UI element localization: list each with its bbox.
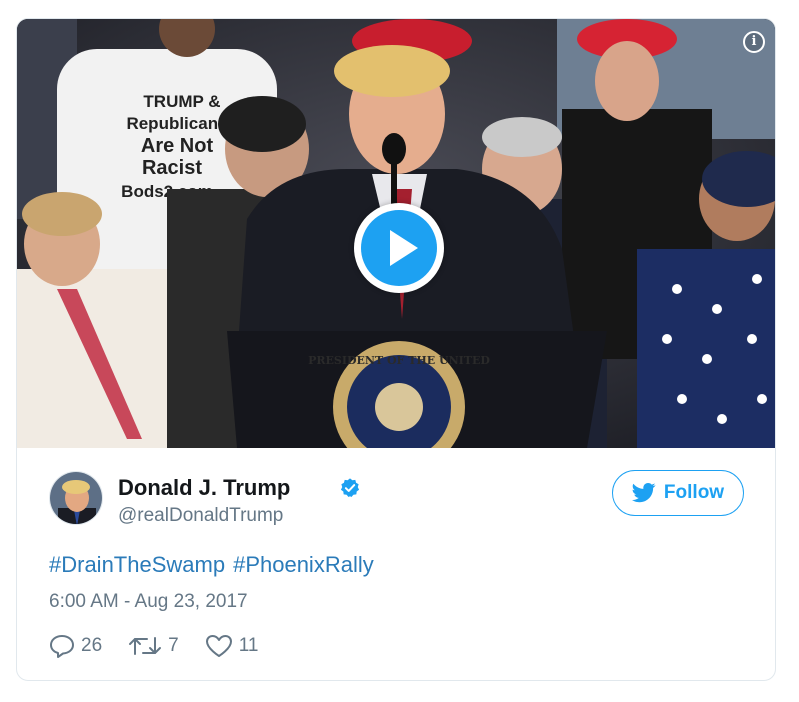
info-icon[interactable]: i xyxy=(743,31,765,53)
hashtag-phoenix-rally[interactable]: #PhoenixRally xyxy=(233,552,374,577)
tweet-card: TRUMP & Republicans Are Not Racist Bods2… xyxy=(16,18,776,681)
tweet-text: #DrainTheSwamp #PhoenixRally xyxy=(49,552,382,578)
shirt-line-2: Republicans xyxy=(126,114,227,133)
hashtag-drain-the-swamp[interactable]: #DrainTheSwamp xyxy=(49,552,225,577)
avatar-image xyxy=(50,472,102,524)
tweet-actions: 26 7 11 xyxy=(49,631,284,661)
heart-icon xyxy=(205,635,232,657)
retweet-button[interactable]: 7 xyxy=(128,634,179,658)
play-circle xyxy=(361,210,437,286)
reply-button[interactable]: 26 xyxy=(49,634,102,658)
follow-label: Follow xyxy=(663,482,725,503)
follow-button[interactable]: Follow xyxy=(612,470,744,516)
retweet-icon xyxy=(129,637,162,655)
like-count: 11 xyxy=(238,635,259,656)
like-button[interactable]: 11 xyxy=(205,634,259,658)
twitter-bird-icon xyxy=(631,483,656,503)
author-handle[interactable]: @realDonaldTrump xyxy=(118,505,283,527)
retweet-count: 7 xyxy=(168,635,179,656)
video-player[interactable]: TRUMP & Republicans Are Not Racist Bods2… xyxy=(17,19,775,448)
seal-text: PRESIDENT OF THE UNITED xyxy=(308,354,490,367)
reply-count: 26 xyxy=(81,635,103,656)
shirt-line-3: Are Not xyxy=(141,135,214,157)
tweet-timestamp[interactable]: 6:00 AM - Aug 23, 2017 xyxy=(49,591,248,613)
shirt-line-4: Racist xyxy=(142,157,202,179)
play-button[interactable] xyxy=(354,203,444,293)
author-block[interactable]: Donald J. Trump @realDonaldTrump xyxy=(49,471,549,527)
reply-icon xyxy=(50,635,74,658)
shirt-line-1: TRUMP & xyxy=(143,92,220,111)
verified-badge-icon xyxy=(340,478,360,497)
author-name[interactable]: Donald J. Trump xyxy=(118,475,290,501)
play-icon xyxy=(390,230,418,266)
avatar[interactable] xyxy=(49,471,103,525)
